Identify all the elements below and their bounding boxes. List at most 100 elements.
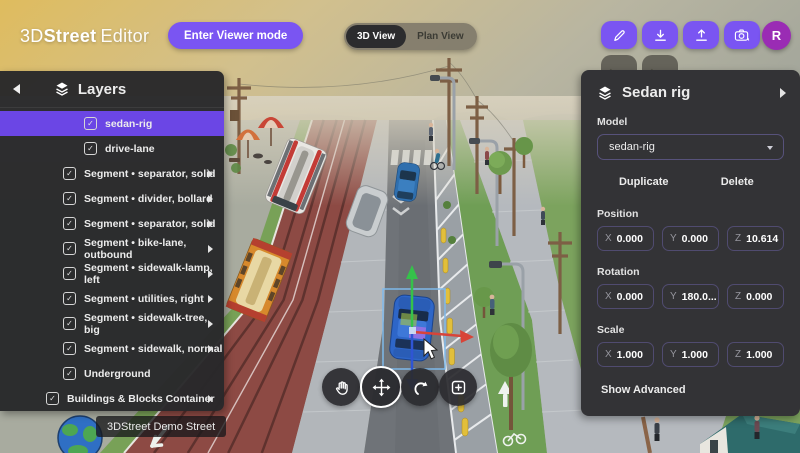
layer-row[interactable]: ✓ Segment • sidewalk-tree, big: [0, 311, 224, 336]
add-entity-button[interactable]: [439, 368, 477, 406]
scale-y-field[interactable]: Y1.000: [662, 342, 719, 367]
scale-x-field[interactable]: X1.000: [597, 342, 654, 367]
layer-row[interactable]: ✓ drive-lane: [0, 136, 224, 161]
rotation-label: Rotation: [597, 266, 784, 278]
inspector-title: Sedan rig: [622, 84, 690, 101]
layer-checkbox[interactable]: ✓: [84, 117, 97, 130]
expand-arrow-icon[interactable]: [208, 195, 213, 203]
layer-label: drive-lane: [105, 143, 155, 155]
scale-label: Scale: [597, 324, 784, 336]
delete-button[interactable]: Delete: [691, 171, 785, 193]
layer-checkbox[interactable]: ✓: [63, 192, 76, 205]
layers-icon: [597, 85, 613, 101]
expand-arrow-icon[interactable]: [208, 395, 213, 403]
logo-part-editor: Editor: [100, 26, 149, 46]
layer-checkbox[interactable]: ✓: [63, 242, 76, 255]
pan-tool-button[interactable]: [322, 368, 360, 406]
avatar[interactable]: R: [762, 21, 791, 50]
layer-row[interactable]: ✓ Buildings & Blocks Container: [0, 386, 224, 411]
expand-arrow-icon[interactable]: [208, 170, 213, 178]
download-icon: [653, 28, 668, 43]
layer-row[interactable]: ✓ sedan-rig: [0, 111, 224, 136]
position-row: X0.000 Y0.000 Z10.614: [597, 226, 784, 251]
layer-label: Segment • utilities, right: [84, 293, 204, 305]
scale-row: X1.000 Y1.000 Z1.000: [597, 342, 784, 367]
expand-arrow-icon[interactable]: [208, 270, 213, 278]
pencil-icon: [612, 28, 627, 43]
collapse-left-icon[interactable]: [12, 83, 21, 95]
layer-row[interactable]: ✓ Segment • divider, bollard: [0, 186, 224, 211]
rotation-x-field[interactable]: X0.000: [597, 284, 654, 309]
expand-arrow-icon[interactable]: [208, 245, 213, 253]
layer-row[interactable]: ✓ Segment • sidewalk-lamp, left: [0, 261, 224, 286]
duplicate-button[interactable]: Duplicate: [597, 171, 691, 193]
show-advanced-button[interactable]: Show Advanced: [597, 384, 784, 396]
logo-part-3d: 3D: [20, 26, 44, 46]
layers-panel-header: Layers: [0, 71, 224, 108]
edit-button[interactable]: [601, 21, 637, 49]
tab-3d-view[interactable]: 3D View: [346, 25, 406, 48]
expand-arrow-icon[interactable]: [208, 295, 213, 303]
expand-arrow-icon[interactable]: [208, 320, 213, 328]
view-mode-toggle: 3D View Plan View: [344, 23, 477, 50]
layer-row[interactable]: ✓ Segment • separator, solid: [0, 211, 224, 236]
move-icon: [372, 378, 391, 397]
model-select[interactable]: sedan-rig: [597, 134, 784, 160]
layer-label: Segment • separator, solid: [84, 168, 215, 180]
layer-row[interactable]: ✓ Segment • sidewalk, normal: [0, 336, 224, 361]
layer-checkbox[interactable]: ✓: [63, 267, 76, 280]
download-button[interactable]: [642, 21, 678, 49]
layer-label: Segment • bike-lane, outbound: [84, 237, 224, 261]
chevron-down-icon: [767, 146, 773, 150]
move-tool-button[interactable]: [360, 366, 402, 408]
layer-checkbox[interactable]: ✓: [63, 342, 76, 355]
upload-button[interactable]: [683, 21, 719, 49]
layers-list: ✓ sedan-rig ✓ drive-lane ✓ Segment • sep…: [0, 108, 224, 411]
layer-label: Segment • sidewalk-tree, big: [84, 312, 224, 336]
layer-row[interactable]: ✓ Segment • bike-lane, outbound: [0, 236, 224, 261]
layer-label: sedan-rig: [105, 118, 152, 130]
layer-checkbox[interactable]: ✓: [63, 167, 76, 180]
position-x-field[interactable]: X0.000: [597, 226, 654, 251]
capture-button[interactable]: [724, 21, 760, 49]
editor-window: 3DStreetEditor Enter Viewer mode 3D View…: [0, 0, 800, 453]
layer-row[interactable]: ✓ Segment • separator, solid: [0, 161, 224, 186]
layer-row[interactable]: ✓ Underground: [0, 361, 224, 386]
layers-panel: Layers ✓ sedan-rig ✓ drive-lane ✓ Segmen…: [0, 71, 224, 411]
pan-hand-icon: [333, 379, 350, 396]
layer-row[interactable]: ✓ Segment • utilities, right: [0, 286, 224, 311]
layer-label: Underground: [84, 368, 151, 380]
layer-checkbox[interactable]: ✓: [63, 292, 76, 305]
model-value: sedan-rig: [609, 141, 655, 153]
camera-capture-icon: [734, 28, 750, 43]
rotation-z-field[interactable]: Z0.000: [727, 284, 784, 309]
inspector-header: Sedan rig: [597, 84, 784, 101]
tab-plan-view[interactable]: Plan View: [406, 25, 475, 48]
rotation-row: X0.000 Y180.0... Z0.000: [597, 284, 784, 309]
layer-label: Segment • sidewalk-lamp, left: [84, 262, 224, 286]
layer-label: Buildings & Blocks Container: [67, 393, 215, 405]
position-z-field[interactable]: Z10.614: [727, 226, 784, 251]
layer-checkbox[interactable]: ✓: [46, 392, 59, 405]
layers-panel-title: Layers: [78, 81, 126, 98]
model-label: Model: [597, 116, 784, 128]
layer-checkbox[interactable]: ✓: [63, 367, 76, 380]
collapse-right-icon[interactable]: [780, 88, 786, 98]
add-entity-icon: [450, 379, 467, 396]
layer-checkbox[interactable]: ✓: [84, 142, 97, 155]
layers-icon: [54, 81, 70, 97]
scene-title-badge[interactable]: 3DStreet Demo Street: [96, 416, 226, 437]
logo-part-street: Street: [44, 26, 97, 46]
rotation-y-field[interactable]: Y180.0...: [662, 284, 719, 309]
expand-arrow-icon[interactable]: [208, 345, 213, 353]
scale-z-field[interactable]: Z1.000: [727, 342, 784, 367]
layer-checkbox[interactable]: ✓: [63, 217, 76, 230]
layer-checkbox[interactable]: ✓: [63, 317, 76, 330]
expand-arrow-icon[interactable]: [208, 220, 213, 228]
enter-viewer-mode-button[interactable]: Enter Viewer mode: [168, 22, 303, 49]
upload-icon: [694, 28, 709, 43]
rotate-tool-button[interactable]: [401, 368, 439, 406]
position-y-field[interactable]: Y0.000: [662, 226, 719, 251]
position-label: Position: [597, 208, 784, 220]
rotate-icon: [412, 379, 429, 396]
